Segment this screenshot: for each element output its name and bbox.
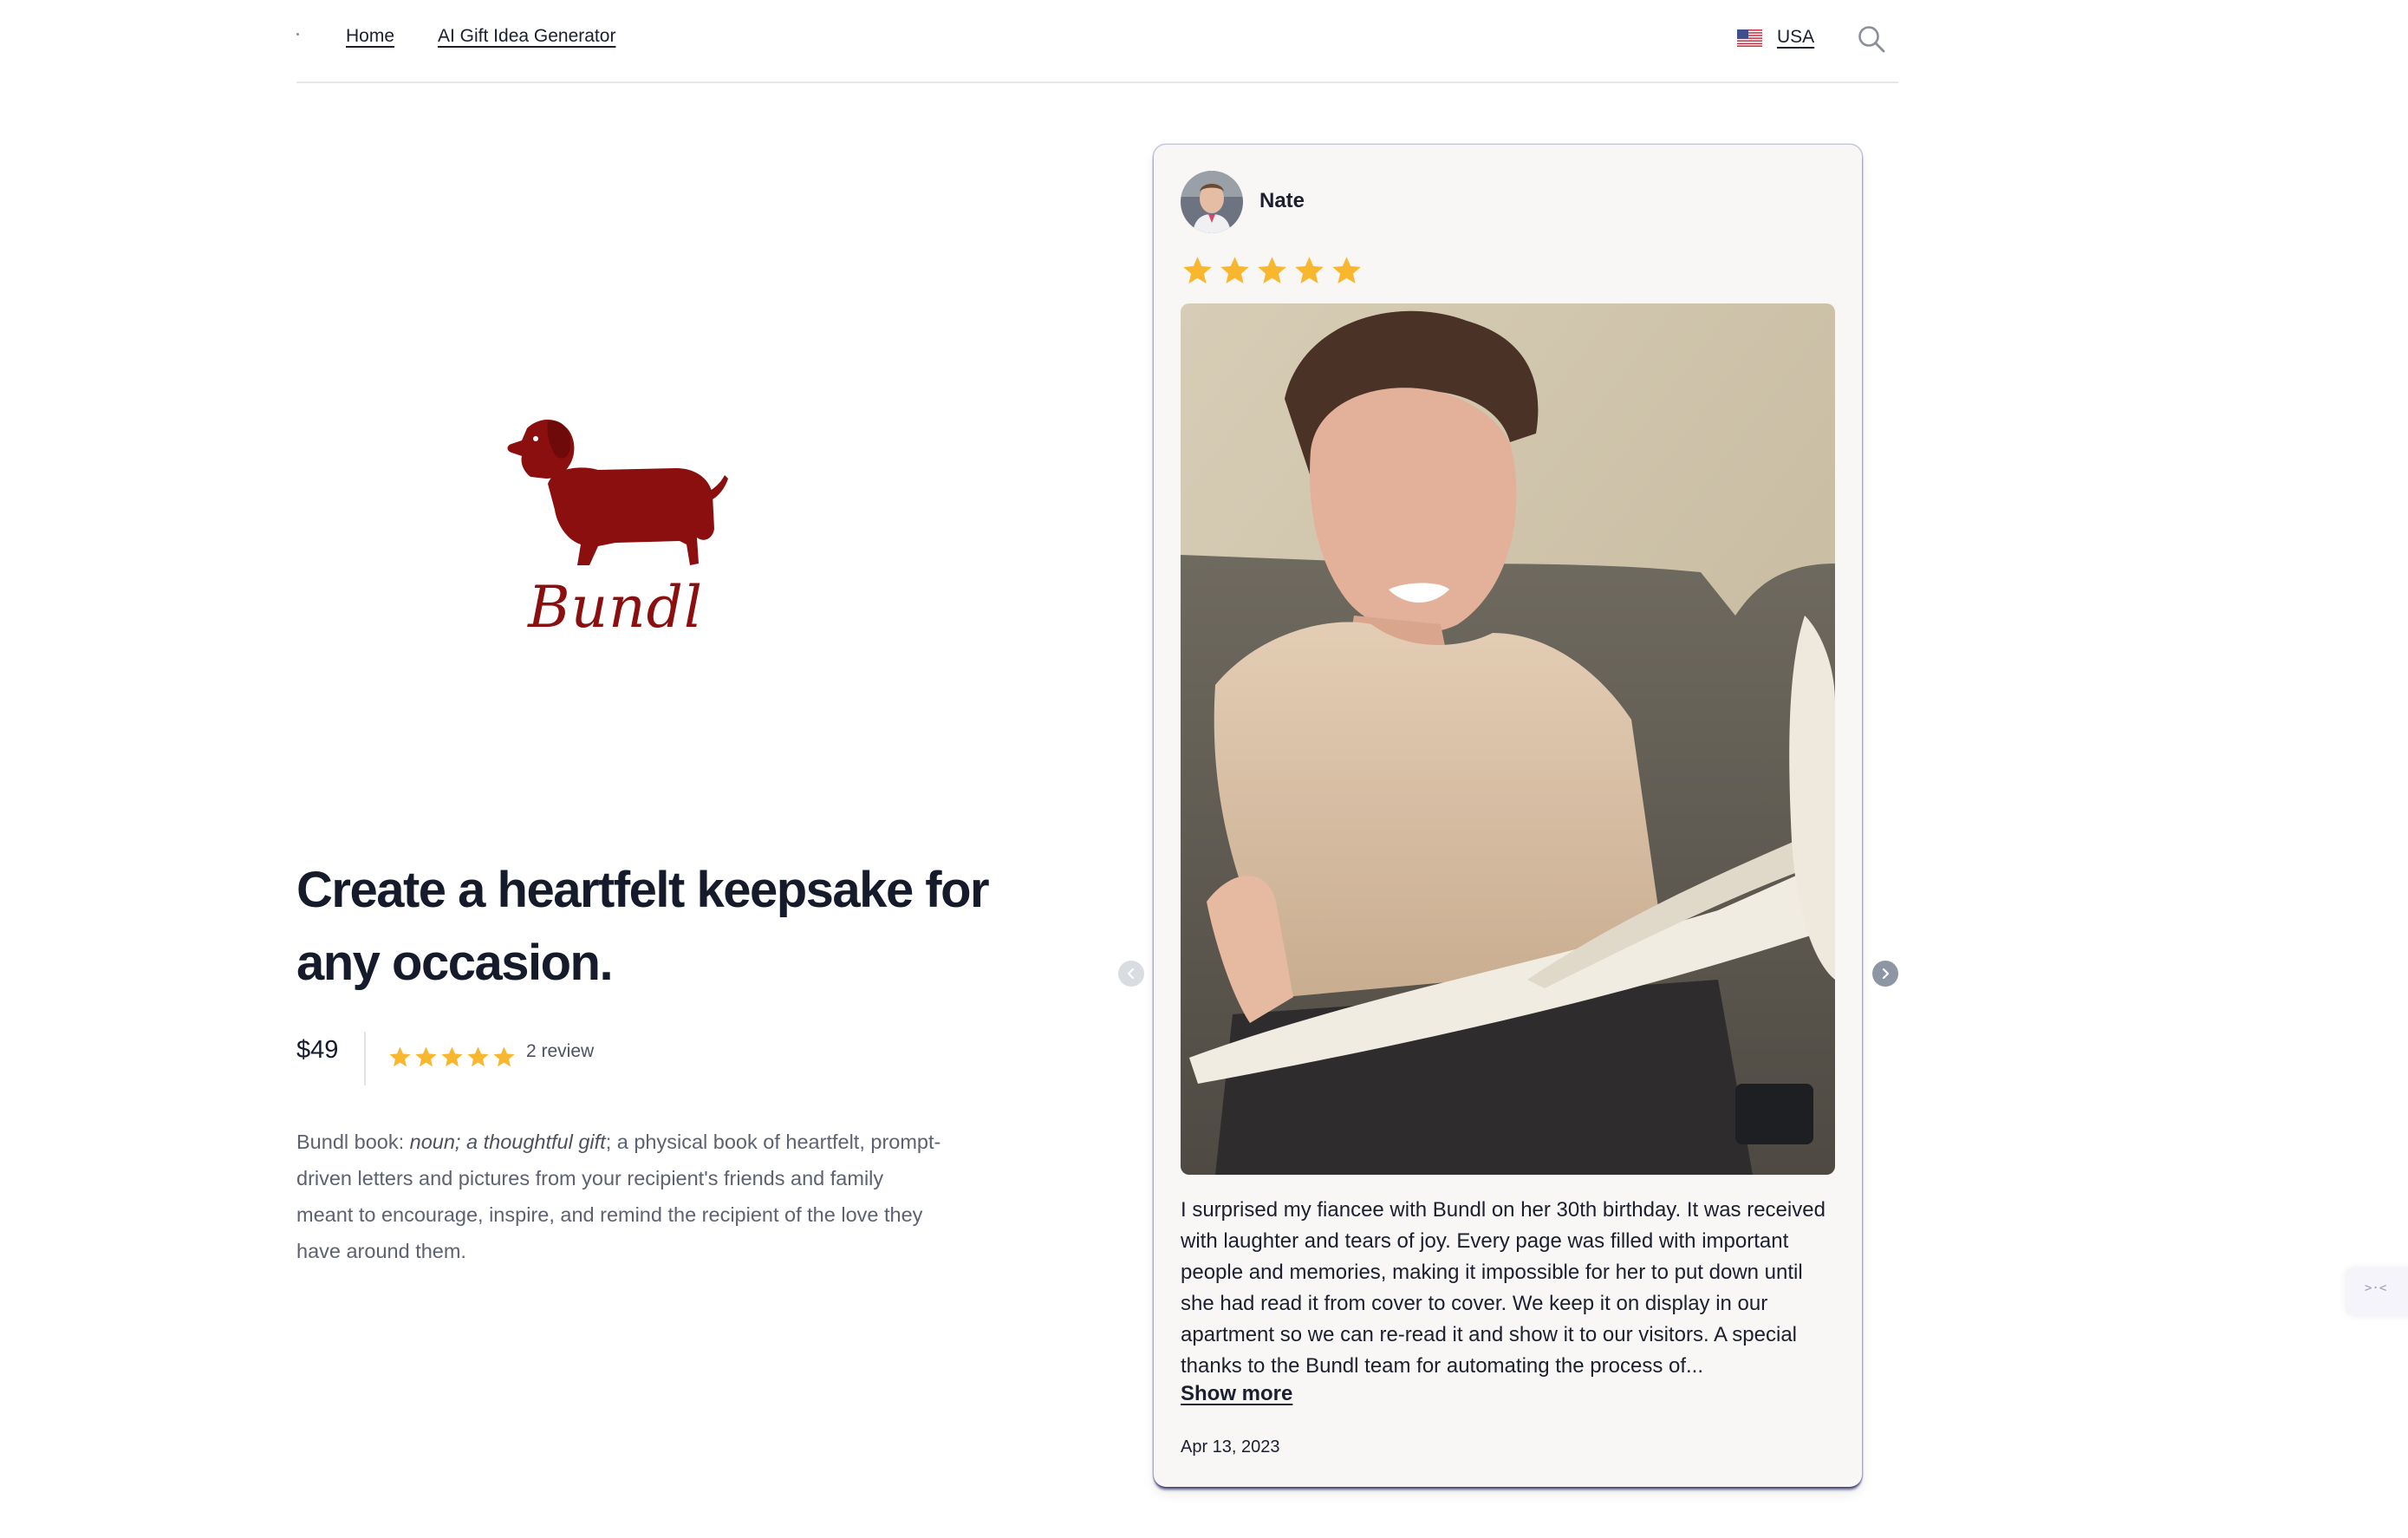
star-icon [389,1046,411,1067]
review-date: Apr 13, 2023 [1181,1437,1280,1457]
nav-link-ai-gift-idea-generator[interactable]: AI Gift Idea Generator [438,26,615,47]
floating-widget-tab[interactable]: >·< [2346,1268,2408,1316]
reviewer-name: Nate [1259,189,1305,212]
price-divider [364,1032,366,1085]
review-count[interactable]: 2 review [526,1041,594,1062]
star-icon [1183,257,1212,283]
nav-dot [296,33,299,36]
bundl-logo: Bundl [485,416,745,668]
show-more-link[interactable]: Show more [1181,1382,1292,1406]
avatar [1181,171,1243,233]
review-photo[interactable] [1181,303,1835,1175]
star-icon [1220,257,1249,283]
star-icon [1258,257,1286,283]
top-nav: Home AI Gift Idea Generator USA [296,0,1898,83]
chevron-left-icon [1127,968,1135,980]
product-headline: Create a heartfelt keepsake for any occa… [296,862,990,991]
widget-icon: >·< [2365,1281,2387,1295]
chevron-right-icon [1882,968,1890,980]
star-icon [1332,257,1361,283]
star-icon [1295,257,1324,283]
country-selector[interactable]: USA [1777,27,1814,48]
product-rating[interactable] [387,1045,517,1070]
description-prefix: Bundl book: [296,1131,410,1153]
star-icon [493,1046,515,1067]
description-emphasis: noun; a thoughtful gift [409,1131,606,1153]
us-flag-icon[interactable] [1737,29,1762,47]
bundl-wordmark: Bundl [528,574,703,641]
star-icon [415,1046,437,1067]
carousel-next-button[interactable] [1872,961,1898,987]
nav-link-home[interactable]: Home [346,26,394,47]
product-price: $49 [296,1036,339,1064]
product-description: Bundl book: noun; a thoughtful gift; a p… [296,1124,942,1269]
star-icon [467,1046,489,1067]
search-icon[interactable] [1857,24,1886,54]
dachshund-logo-icon [507,419,728,565]
review-card: Nate I surprised my fiancee with Bundl o… [1154,145,1862,1487]
review-rating [1181,254,1363,288]
star-icon [441,1046,463,1067]
review-text: I surprised my fiancee with Bundl on her… [1181,1198,1826,1378]
carousel-prev-button[interactable] [1118,961,1144,987]
